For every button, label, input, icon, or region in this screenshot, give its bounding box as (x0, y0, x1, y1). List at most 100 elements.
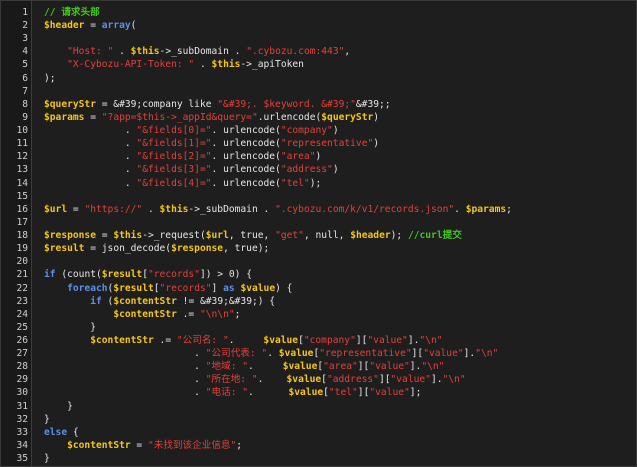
code-text: . "公司代表: ". $value["representative"]["va… (44, 347, 498, 360)
code-token: . urlencode( (211, 125, 281, 137)
code-text: . "所在地: ". $value["address"]["value"]."\… (44, 373, 465, 386)
code-token: "?app=$this->_appId&query=" (101, 111, 258, 123)
code-token: ][ (378, 374, 391, 386)
code-token: if (90, 295, 102, 307)
code-token: $contentStr (90, 335, 154, 346)
line-number: 21 (16, 269, 28, 281)
code-token: ( (101, 295, 114, 307)
code-token: "get" (275, 230, 304, 242)
code-token: "地域: " (205, 361, 249, 373)
code-token: // 请求头部 (44, 7, 100, 18)
code-editor[interactable]: 1// 请求头部 2 $header = array(3 4 "Host: " . $… (0, 0, 637, 467)
code-token: $this (211, 59, 241, 71)
code-token: "value" (423, 348, 464, 360)
code-token: "公司代表: " (205, 348, 268, 360)
code-token: "tel" (328, 387, 358, 399)
line-number: 8 (22, 98, 28, 110)
code-token: . (248, 387, 289, 399)
line-number: 31 (16, 400, 28, 412)
code-token: "\n" (419, 335, 443, 346)
code-token: .= (153, 335, 177, 346)
code-token: . (267, 348, 279, 360)
code-token: $queryStr (44, 98, 96, 110)
code-text: . "&fields[3]=". urlencode("address") (44, 163, 339, 176)
line-number: 30 (16, 387, 28, 399)
code-text: $queryStr = &#39;company like "&#39;. $k… (44, 98, 391, 111)
code-token: ]. (409, 361, 422, 373)
code-token: ->_subDomain . (188, 203, 276, 215)
code-token: ) (315, 151, 322, 163)
code-token: = json_decode( (84, 243, 172, 255)
code-token: . urlencode( (211, 164, 281, 176)
code-token: $value (240, 282, 276, 294)
code-token: "&fields[2]=" (136, 151, 212, 163)
code-token: ; (234, 308, 241, 320)
line-number: 23 (16, 295, 28, 307)
code-token: , true, (228, 230, 276, 242)
code-token: "\n" (421, 361, 445, 373)
code-token: array (101, 20, 131, 32)
line-number: 10 (16, 125, 28, 137)
code-token: . (44, 151, 137, 163)
code-token: "&fields[1]=" (136, 138, 212, 150)
code-token: = (130, 439, 148, 451)
code-token: $value (278, 348, 314, 360)
code-token: ) (332, 125, 339, 137)
code-token: ); (44, 72, 56, 84)
code-token: "公司名: " (176, 335, 229, 346)
code-token: $value (286, 374, 322, 386)
line-number: 14 (16, 177, 28, 189)
code-token: = &#39;company like (95, 98, 218, 110)
code-token: ( (130, 20, 137, 32)
code-token: . urlencode( (211, 177, 281, 189)
code-token: //curl提交 (407, 230, 462, 242)
code-token: .= (176, 308, 200, 320)
code-token: ]) > 0) { (199, 269, 252, 281)
line-number: 35 (16, 453, 28, 465)
code-token: , true); (223, 243, 270, 255)
line-number: 34 (16, 439, 28, 451)
code-token: "area" (323, 361, 358, 373)
code-token: $this (113, 230, 143, 242)
code-token: ->_apiToken (240, 59, 304, 71)
code-token: $value (282, 361, 318, 373)
code-text: . "地域: ". $value["area"]["value"]."\n" (44, 360, 444, 373)
code-token: "records" (148, 269, 200, 281)
line-number: 15 (16, 190, 28, 202)
code-token: $result (101, 269, 143, 281)
code-token: $response (44, 230, 96, 242)
code-text: $contentStr .= "\n\n"; (44, 308, 240, 321)
code-text: . "&fields[1]=". urlencode("representati… (44, 137, 379, 150)
code-token: $params (465, 203, 507, 215)
line-number: 16 (16, 203, 28, 215)
code-token: "value" (369, 387, 410, 399)
code-token: . (44, 138, 137, 150)
code-token: as (223, 282, 235, 294)
code-token: ); (390, 230, 408, 242)
code-token: ->_request( (142, 230, 206, 242)
code-token: ]. (463, 348, 476, 360)
code-token: = (84, 111, 102, 123)
code-token: . (257, 374, 287, 386)
code-text: } (44, 452, 50, 465)
line-number: 6 (22, 72, 28, 84)
code-token: . (44, 348, 206, 360)
code-token: "area" (280, 151, 316, 163)
code-token: $contentStr (113, 295, 177, 307)
code-token: $queryStr (321, 111, 374, 123)
code-token: ]. (430, 374, 443, 386)
code-token: $this (159, 203, 189, 215)
code-token: , (344, 46, 351, 58)
code-token: &#39;; (355, 98, 391, 110)
code-token: $value (288, 387, 324, 399)
code-token: $header (44, 20, 85, 32)
code-token: $result (113, 282, 154, 294)
code-token: "representative" (319, 348, 412, 360)
code-token: . (44, 125, 137, 137)
line-number: 26 (16, 335, 28, 346)
code-token: , null, (303, 230, 351, 242)
